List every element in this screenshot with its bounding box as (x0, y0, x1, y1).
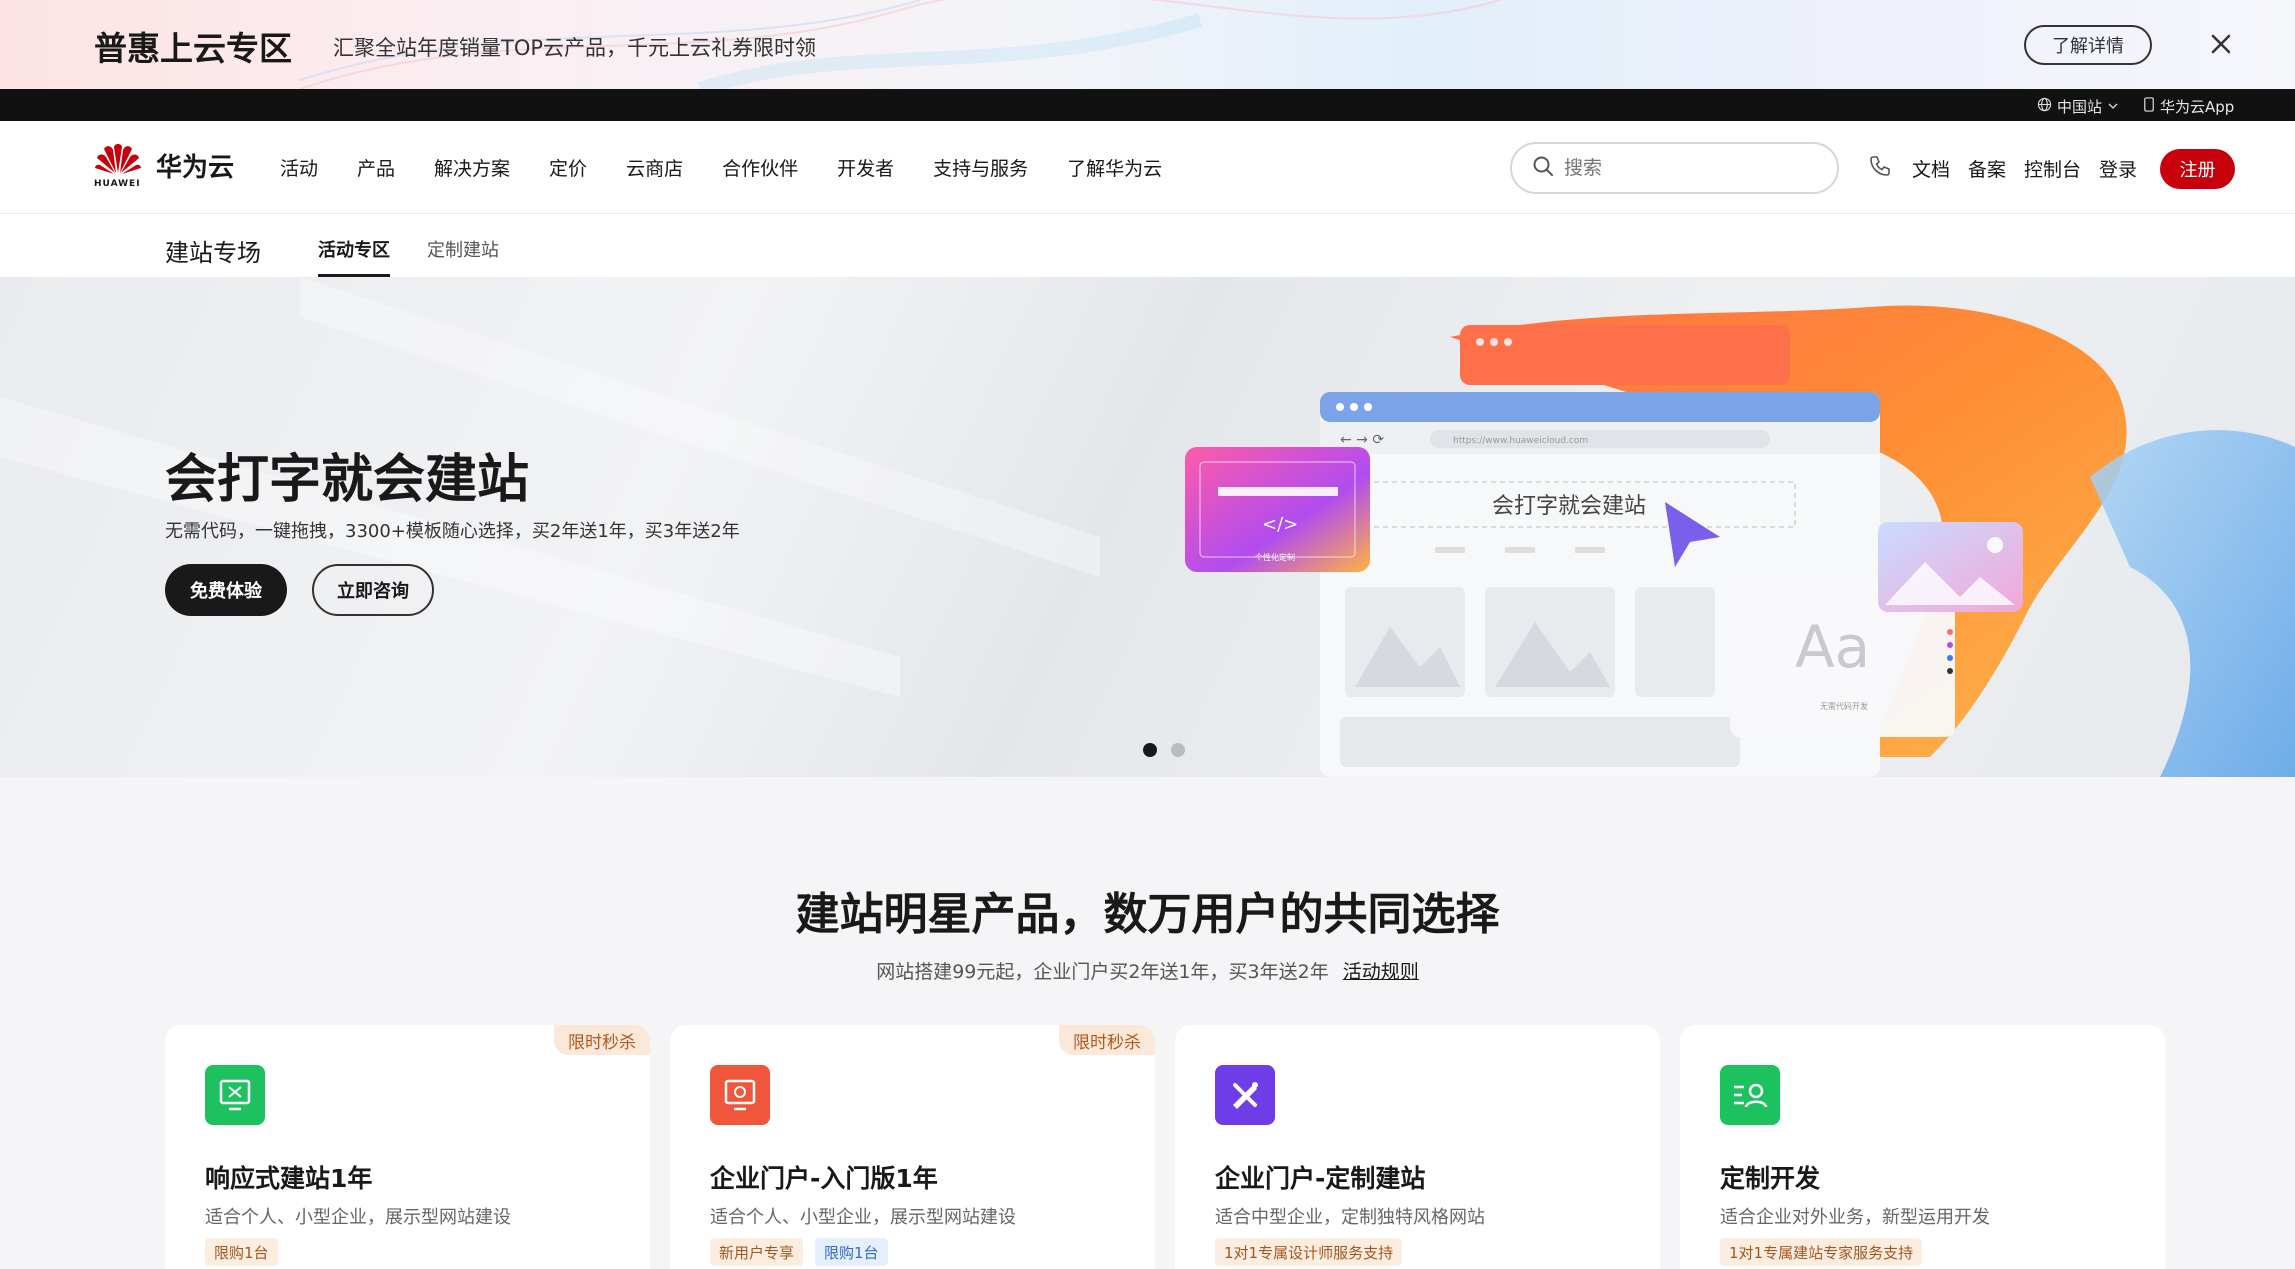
free-trial-button[interactable]: 免费体验 (165, 564, 287, 616)
nav-item-about[interactable]: 了解华为云 (1067, 154, 1162, 181)
search-input[interactable] (1564, 157, 1794, 179)
nav-item-activities[interactable]: 活动 (280, 154, 318, 181)
nav-item-developers[interactable]: 开发者 (837, 154, 894, 181)
card-description: 适合个人、小型企业，展示型网站建设 (205, 1207, 511, 1228)
nav-console-link[interactable]: 控制台 (2024, 155, 2081, 182)
hero-subtitle: 无需代码，一键拖拽，3300+模板随心选择，买2年送1年，买3年送2年 (165, 521, 740, 542)
hero-banner: 会打字就会建站 无需代码，一键拖拽，3300+模板随心选择，买2年送1年，买3年… (0, 277, 2295, 777)
close-icon[interactable] (2204, 27, 2238, 61)
art-font-label: 无需代码开发 (1820, 701, 1868, 711)
huawei-cloud-logo[interactable]: HUAWEI 华为云 (94, 141, 234, 189)
svg-text:← → ⟳: ← → ⟳ (1340, 432, 1384, 448)
section-subtitle-text: 网站搭建99元起，企业门户买2年送1年，买3年送2年 (876, 961, 1329, 983)
huawei-logo-icon: HUAWEI (94, 141, 142, 189)
product-card-custom-dev[interactable]: 定制开发 适合企业对外业务，新型运用开发 1对1专属建站专家服务支持 (1680, 1025, 2165, 1269)
art-browser-text: 会打字就会建站 (1492, 494, 1646, 519)
card-badge: 新用户专享 (710, 1238, 804, 1266)
nav-item-products[interactable]: 产品 (357, 154, 395, 181)
search-box[interactable] (1510, 142, 1839, 194)
nav-item-solutions[interactable]: 解决方案 (434, 154, 510, 181)
product-card-portal-basic[interactable]: 限时秒杀 企业门户-入门版1年 适合个人、小型企业，展示型网站建设 新用户专享 … (670, 1025, 1155, 1269)
app-label: 华为云App (2160, 98, 2235, 116)
search-icon (1532, 155, 1554, 181)
main-nav: HUAWEI 华为云 活动 产品 解决方案 定价 云商店 合作伙伴 开发者 支持… (0, 121, 2295, 214)
card-title: 企业门户-入门版1年 (710, 1164, 938, 1193)
nav-item-support[interactable]: 支持与服务 (933, 154, 1028, 181)
card-description: 适合中型企业，定制独特风格网站 (1215, 1207, 1485, 1228)
art-code-label: 个性化定制 (1255, 552, 1295, 562)
art-font: Aa (1795, 613, 1870, 681)
card-badge: 1对1专属建站专家服务支持 (1720, 1238, 1923, 1266)
product-card-portal-custom[interactable]: 企业门户-定制建站 适合中型企业，定制独特风格网站 1对1专属设计师服务支持 (1175, 1025, 1660, 1269)
tab-custom-site[interactable]: 定制建站 (427, 236, 499, 262)
monitor-icon (205, 1065, 265, 1125)
flash-sale-tag: 限时秒杀 (554, 1025, 650, 1055)
logo-text: 华为云 (156, 152, 235, 183)
chevron-down-icon (2107, 98, 2119, 116)
phone-call-icon[interactable] (1868, 154, 1892, 182)
art-url: https://www.huaweicloud.com (1453, 436, 1588, 446)
sub-nav: 建站专场 活动专区 定制建站 (0, 214, 2295, 277)
subnav-title[interactable]: 建站专场 (165, 233, 261, 268)
card-badge: 限购1台 (205, 1238, 278, 1266)
top-strip: 中国站 华为云App (0, 89, 2295, 121)
hero-title: 会打字就会建站 (165, 450, 530, 510)
phone-icon (2143, 97, 2155, 116)
nav-docs-link[interactable]: 文档 (1912, 155, 1950, 182)
logo-wordmark: HUAWEI (94, 179, 141, 189)
promo-banner: 普惠上云专区 汇聚全站年度销量TOP云产品，千元上云礼券限时领 了解详情 (0, 0, 2295, 89)
promo-details-button[interactable]: 了解详情 (2024, 25, 2152, 65)
tab-activity-zone[interactable]: 活动专区 (318, 236, 390, 277)
promo-title: 普惠上云专区 (94, 29, 292, 68)
section-subtitle: 网站搭建99元起，企业门户买2年送1年，买3年送2年 活动规则 (0, 957, 2295, 984)
promo-subtitle: 汇聚全站年度销量TOP云产品，千元上云礼券限时领 (333, 36, 817, 60)
portal-icon (710, 1065, 770, 1125)
register-button[interactable]: 注册 (2160, 149, 2235, 189)
card-title: 响应式建站1年 (205, 1164, 373, 1193)
nav-item-marketplace[interactable]: 云商店 (626, 154, 683, 181)
carousel-dot-2[interactable] (1171, 743, 1185, 757)
card-title: 定制开发 (1720, 1164, 1821, 1193)
carousel-dot-1[interactable] (1143, 743, 1157, 757)
nav-item-partners[interactable]: 合作伙伴 (722, 154, 798, 181)
card-description: 适合个人、小型企业，展示型网站建设 (710, 1207, 1016, 1228)
design-tools-icon (1215, 1065, 1275, 1125)
card-badge: 限购1台 (815, 1238, 888, 1266)
flash-sale-tag: 限时秒杀 (1059, 1025, 1155, 1055)
nav-login-link[interactable]: 登录 (2099, 155, 2137, 182)
nav-item-pricing[interactable]: 定价 (549, 154, 587, 181)
app-link[interactable]: 华为云App (2143, 96, 2234, 117)
activity-rules-link[interactable]: 活动规则 (1343, 961, 1419, 983)
consult-button[interactable]: 立即咨询 (312, 564, 434, 616)
nav-menu: 活动 产品 解决方案 定价 云商店 合作伙伴 开发者 支持与服务 了解华为云 (280, 154, 1201, 181)
section-title: 建站明星产品，数万用户的共同选择 (795, 889, 1500, 940)
product-cards: 限时秒杀 响应式建站1年 适合个人、小型企业，展示型网站建设 限购1台 限时秒杀… (165, 1025, 2165, 1269)
region-selector[interactable]: 中国站 (2037, 96, 2119, 117)
nav-right-links: 文档 备案 控制台 登录 (1868, 154, 2155, 182)
nav-icp-link[interactable]: 备案 (1968, 155, 2006, 182)
region-label: 中国站 (2057, 98, 2103, 116)
card-description: 适合企业对外业务，新型运用开发 (1720, 1207, 1990, 1228)
art-code: </> (1262, 514, 1298, 535)
website-builder-illustration: ← → ⟳ https://www.huaweicloud.com 会打字就会建… (1185, 305, 2295, 777)
product-card-responsive-site[interactable]: 限时秒杀 响应式建站1年 适合个人、小型企业，展示型网站建设 限购1台 (165, 1025, 650, 1269)
globe-icon (2037, 97, 2052, 116)
card-badge: 1对1专属设计师服务支持 (1215, 1238, 1403, 1266)
card-title: 企业门户-定制建站 (1215, 1164, 1426, 1193)
carousel-dots (1143, 743, 1185, 757)
dev-user-icon (1720, 1065, 1780, 1125)
